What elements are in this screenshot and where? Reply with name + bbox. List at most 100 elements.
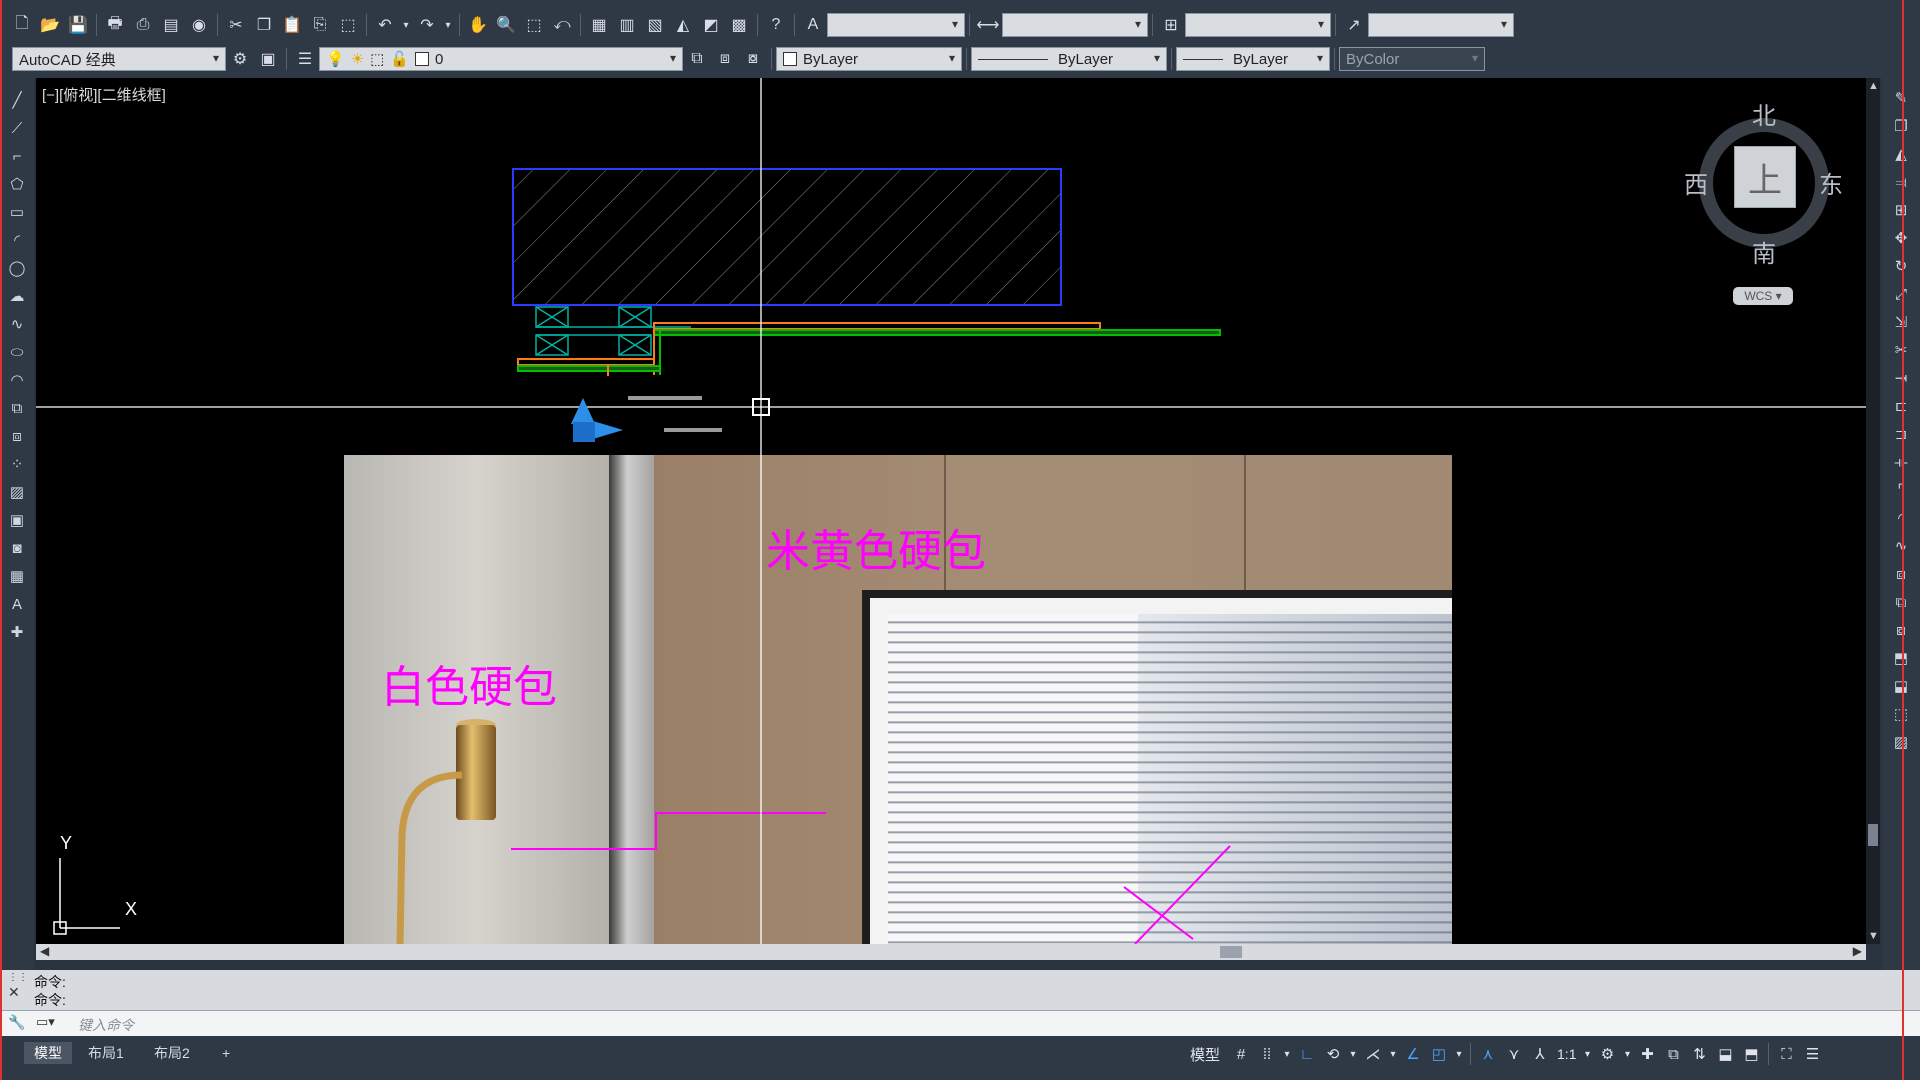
units-icon[interactable]: ⧉ <box>1662 1043 1684 1065</box>
compass-north[interactable]: 北 <box>1752 96 1776 131</box>
markup-icon[interactable]: ◩ <box>699 13 723 37</box>
annotation-scale-value[interactable]: 1:1 <box>1557 1046 1576 1062</box>
rotate-icon[interactable]: ↻ <box>1889 254 1913 278</box>
layer-properties-icon[interactable]: ☰ <box>293 47 317 71</box>
multileader-style-icon[interactable]: ↗ <box>1342 13 1366 37</box>
isolate-objects-icon[interactable]: ⬒ <box>1740 1043 1762 1065</box>
gear-dropdown-icon[interactable]: ▾ <box>1622 1043 1632 1065</box>
annotation-scale-icon[interactable]: ⅄ <box>1529 1043 1551 1065</box>
hatch-icon[interactable]: ▨ <box>5 480 29 504</box>
zoom-realtime-icon[interactable]: 🔍 <box>494 13 518 37</box>
table-icon[interactable]: ▦ <box>5 564 29 588</box>
spline-icon[interactable]: ∿ <box>5 312 29 336</box>
isometric-icon[interactable]: ⋌ <box>1362 1043 1384 1065</box>
horizontal-scrollbar[interactable]: ◀ ▶ <box>36 944 1866 960</box>
move-icon[interactable]: ✥ <box>1889 226 1913 250</box>
auto-scale-icon[interactable]: ⋎ <box>1503 1043 1525 1065</box>
ellipse-arc-icon[interactable]: ◠ <box>5 368 29 392</box>
multiline-text-icon[interactable]: A <box>5 592 29 616</box>
osnap-dropdown-icon[interactable]: ▾ <box>1454 1043 1464 1065</box>
undo-dropdown-icon[interactable]: ▾ <box>401 13 411 37</box>
annotation-visibility-icon[interactable]: ⋏ <box>1477 1043 1499 1065</box>
copy-icon[interactable]: ❐ <box>252 13 276 37</box>
command-prompt-icon[interactable]: ▭▾ <box>36 1014 55 1030</box>
arc-icon[interactable]: ◜ <box>5 228 29 252</box>
compass-east[interactable]: 东 <box>1819 165 1843 200</box>
multileader-style-combo[interactable]: ▾ <box>1368 13 1514 37</box>
revision-cloud-icon[interactable]: ☁ <box>5 284 29 308</box>
layer-combo[interactable]: 💡 ☀ ⬚ 🔓 0 ▾ <box>319 47 683 71</box>
open-file-icon[interactable]: 📂 <box>38 13 62 37</box>
offset-icon[interactable]: ⫤ <box>1889 170 1913 194</box>
array-icon[interactable]: ⊞ <box>1889 198 1913 222</box>
customization-menu-icon[interactable]: ☰ <box>1801 1043 1823 1065</box>
make-current-layer-icon[interactable]: ⧉ <box>685 47 709 71</box>
pan-icon[interactable]: ✋ <box>466 13 490 37</box>
polyline-icon[interactable]: ⌐ <box>5 144 29 168</box>
block-editor-icon[interactable]: ⬚ <box>336 13 360 37</box>
web-publish-icon[interactable]: ◉ <box>187 13 211 37</box>
vertical-scrollbar[interactable]: ▲ ▼ <box>1866 78 1880 944</box>
scroll-thumb[interactable] <box>1868 824 1878 846</box>
design-center-icon[interactable]: ▥ <box>615 13 639 37</box>
help-icon[interactable]: ? <box>764 13 788 37</box>
polygon-icon[interactable]: ⬠ <box>5 172 29 196</box>
line-icon[interactable]: ╱ <box>5 88 29 112</box>
copy-object-icon[interactable]: ❐ <box>1889 114 1913 138</box>
cut-icon[interactable]: ✂ <box>224 13 248 37</box>
scroll-up-icon[interactable]: ▲ <box>1868 80 1879 92</box>
scale-dropdown-icon[interactable]: ▾ <box>1582 1043 1592 1065</box>
customize-icon[interactable]: 🔧 <box>8 1014 25 1031</box>
insert-block-icon[interactable]: ⧉ <box>5 396 29 420</box>
workspace-gear-icon[interactable]: ⚙ <box>1596 1043 1618 1065</box>
quick-properties-icon[interactable]: ⇅ <box>1688 1043 1710 1065</box>
text-style-icon[interactable]: A <box>801 13 825 37</box>
linetype-combo[interactable]: ByLayer ▾ <box>971 47 1167 71</box>
stretch-icon[interactable]: ⇲ <box>1889 310 1913 334</box>
properties-icon[interactable]: ▦ <box>587 13 611 37</box>
mirror-icon[interactable]: ◭ <box>1889 142 1913 166</box>
break-at-point-icon[interactable]: ⊏ <box>1889 394 1913 418</box>
erase-icon[interactable]: ✎ <box>1889 86 1913 110</box>
selection-grip-icon[interactable] <box>557 394 627 454</box>
model-space-button[interactable]: 模型 <box>1190 1044 1220 1065</box>
hatch-back-icon[interactable]: ▨ <box>1889 730 1913 754</box>
paste-icon[interactable]: 📋 <box>280 13 304 37</box>
hscroll-thumb[interactable] <box>1220 946 1242 958</box>
region-icon[interactable]: ◙ <box>5 536 29 560</box>
zoom-previous-icon[interactable]: ⤺ <box>550 13 574 37</box>
iso-dropdown-icon[interactable]: ▾ <box>1388 1043 1398 1065</box>
layer-previous-icon[interactable]: ⧈ <box>713 47 737 71</box>
drawing-viewport[interactable]: [−][俯视][二维线框] 米黄色硬包 白色硬包 Y X <box>36 78 1866 944</box>
polar-icon[interactable]: ⟲ <box>1322 1043 1344 1065</box>
zoom-window-icon[interactable]: ⬚ <box>522 13 546 37</box>
explode-icon[interactable]: ⧈ <box>1889 562 1913 586</box>
scroll-left-icon[interactable]: ◀ <box>40 944 49 958</box>
join-icon[interactable]: ⟛ <box>1889 450 1913 474</box>
ortho-icon[interactable]: ∟ <box>1296 1043 1318 1065</box>
lock-ui-icon[interactable]: ⬓ <box>1714 1043 1736 1065</box>
tab-layout2[interactable]: 布局2 <box>144 1042 200 1064</box>
scale-icon[interactable]: ⤢ <box>1889 282 1913 306</box>
fillet-icon[interactable]: ◜ <box>1889 506 1913 530</box>
trim-icon[interactable]: ✂ <box>1889 338 1913 362</box>
point-icon[interactable]: ⁘ <box>5 452 29 476</box>
tool-palettes-icon[interactable]: ▧ <box>643 13 667 37</box>
draw-order-front-icon[interactable]: ⧉ <box>1889 590 1913 614</box>
command-window-grip[interactable]: ⋮⋮ <box>8 972 28 983</box>
undo-icon[interactable]: ↶ <box>373 13 397 37</box>
draw-order-back-icon[interactable]: ⧇ <box>1889 618 1913 642</box>
rectangle-icon[interactable]: ▭ <box>5 200 29 224</box>
object-tracking-icon[interactable]: ∠ <box>1402 1043 1424 1065</box>
layer-states-icon[interactable]: ⧇ <box>741 47 765 71</box>
add-selected-icon[interactable]: ✚ <box>5 620 29 644</box>
workspace-settings-icon[interactable]: ⚙ <box>228 47 252 71</box>
wcs-menu[interactable]: WCS ▾ <box>1733 287 1793 305</box>
new-file-icon[interactable]: 🗋 <box>10 13 34 37</box>
workspace-switch-icon[interactable]: ▣ <box>256 47 280 71</box>
tab-layout1[interactable]: 布局1 <box>78 1042 134 1064</box>
text-front-icon[interactable]: ⬚ <box>1889 702 1913 726</box>
construction-line-icon[interactable]: ⟋ <box>5 116 29 140</box>
scroll-down-icon[interactable]: ▼ <box>1868 930 1879 942</box>
compass-south[interactable]: 南 <box>1752 234 1776 269</box>
